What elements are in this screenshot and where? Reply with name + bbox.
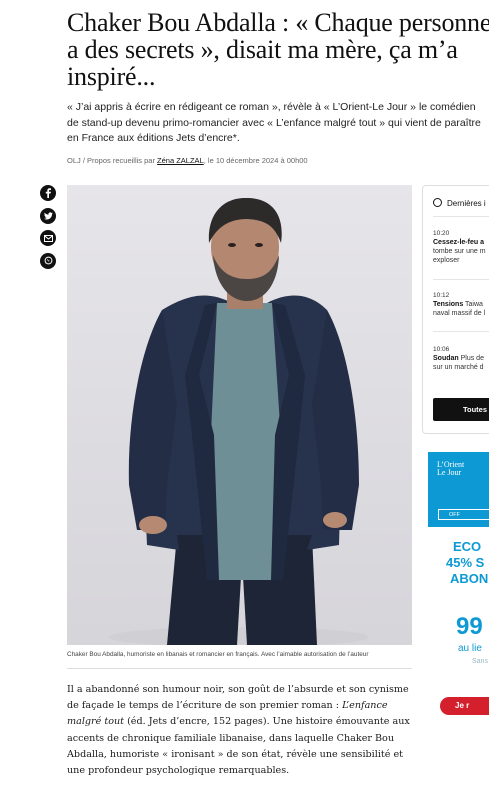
twitter-icon[interactable] xyxy=(40,207,56,224)
news-line: naval massif de l xyxy=(433,310,486,317)
author-link[interactable]: Zéna ZALZAL xyxy=(157,156,204,165)
ad-subtext: au lie xyxy=(458,643,482,654)
divider xyxy=(433,279,489,280)
ad-panel: ECO 45% S ABON 99 au lie Sans xyxy=(428,527,489,724)
news-time: 10:20 xyxy=(433,230,450,237)
email-icon[interactable] xyxy=(40,230,56,246)
article-headline: Chaker Bou Abdalla : « Chaque personne a… xyxy=(67,8,489,91)
divider xyxy=(67,668,412,669)
whatsapp-icon[interactable] xyxy=(40,252,56,269)
news-title-rest: Plus de xyxy=(458,355,484,362)
byline-date: , le 10 décembre 2024 à 00h00 xyxy=(203,156,308,165)
latest-news-header: Dernières i xyxy=(433,198,486,208)
offer-badge: OFF xyxy=(438,509,489,520)
news-title: Cessez-le-feu a xyxy=(433,239,484,246)
photo-caption: Chaker Bou Abdalla, humoriste en libanai… xyxy=(67,651,369,658)
byline-prefix: OLJ / Propos recueillis par xyxy=(67,156,158,165)
latest-news-widget: Dernières i 10:20 Cessez-le-feu a tombe … xyxy=(422,185,489,434)
news-line: exploser xyxy=(433,257,460,264)
divider xyxy=(433,331,489,332)
subscription-ad[interactable]: L’Orient Le Jour OFF ECO 45% S ABON 99 a… xyxy=(428,452,489,724)
ad-cta-button[interactable]: Je r xyxy=(440,697,489,715)
article-lead: « J’ai appris à écrire en rédigeant ce r… xyxy=(67,101,481,144)
clock-icon xyxy=(433,198,442,207)
news-item[interactable]: 10:06 Soudan Plus de sur un marché d xyxy=(433,345,489,372)
latest-news-title: Dernières i xyxy=(447,199,486,208)
all-news-button[interactable]: Toutes l xyxy=(433,398,489,421)
ad-price: 99 xyxy=(456,613,483,640)
news-line: sur un marché d xyxy=(433,364,484,371)
article-byline: OLJ / Propos recueillis par Zéna ZALZAL,… xyxy=(67,156,487,165)
article-body: Il a abandonné son humour noir, son goût… xyxy=(67,682,417,779)
news-time: 10:06 xyxy=(433,346,450,353)
article-photo xyxy=(67,185,412,645)
logo-line: Le Jour xyxy=(437,468,462,477)
news-item[interactable]: 10:12 Tensions Taiwa naval massif de l xyxy=(433,291,489,318)
divider xyxy=(433,216,489,217)
news-title: Soudan xyxy=(433,355,459,362)
news-time: 10:12 xyxy=(433,292,450,299)
ad-subtext: Sans xyxy=(472,658,488,665)
portrait-illustration xyxy=(109,197,369,645)
facebook-icon[interactable] xyxy=(40,185,56,201)
ad-headline-line: ECO xyxy=(453,539,482,554)
ad-headline-line: 45% S xyxy=(446,555,485,570)
news-item[interactable]: 10:20 Cessez-le-feu a tombe sur une m ex… xyxy=(433,229,489,265)
news-title-rest: Taiwa xyxy=(463,301,483,308)
news-line: tombe sur une m xyxy=(433,248,486,255)
share-bar xyxy=(40,185,56,275)
news-title: Tensions xyxy=(433,301,464,308)
ad-headline-line: ABON xyxy=(450,571,489,586)
brand-logo: L’Orient Le Jour xyxy=(437,461,464,477)
